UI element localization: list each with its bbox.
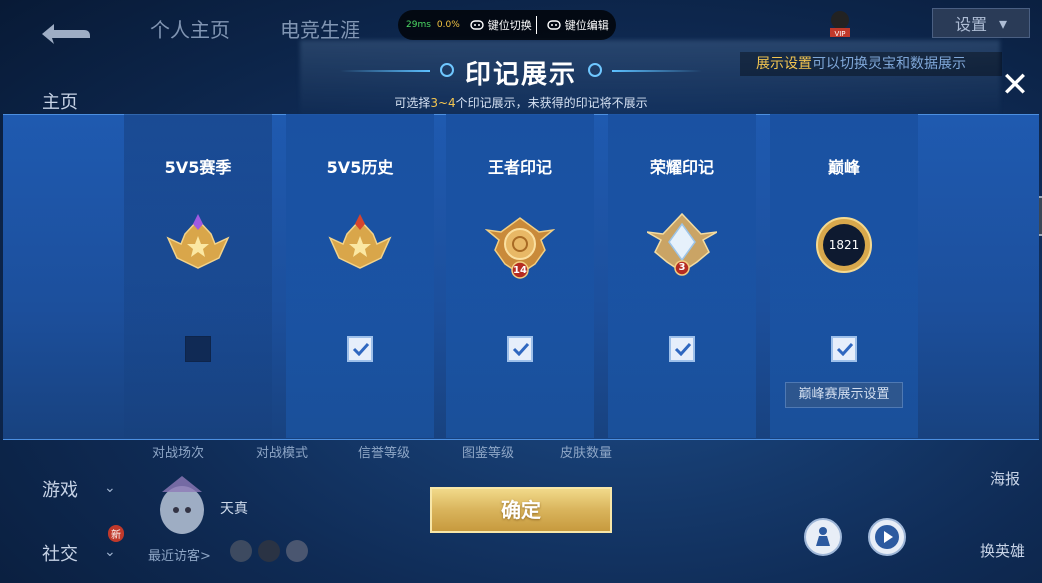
keymap-edit-label: 键位编辑 <box>564 19 609 32</box>
left-nav-item-social[interactable]: 社交 <box>42 540 78 566</box>
stat-label: 皮肤数量 <box>560 446 613 461</box>
change-hero-button[interactable]: 换英雄 <box>980 540 1025 561</box>
checkmark-icon <box>352 342 370 356</box>
subtitle-suffix: 个印记展示，未获得的印记将不展示 <box>455 96 648 110</box>
character-action-button[interactable] <box>804 518 842 556</box>
tab-personal-home[interactable]: 个人主页 <box>150 14 230 43</box>
card-checkbox[interactable] <box>185 336 211 362</box>
confirm-button[interactable]: 确定 <box>430 487 612 533</box>
card-title: 王者印记 <box>487 158 552 177</box>
peak-badge: 1821 <box>809 210 879 280</box>
player-nickname: 天真 <box>220 501 248 517</box>
play-icon <box>875 525 899 549</box>
keymap-switch-label: 键位切换 <box>487 19 532 32</box>
close-icon: ✕ <box>1000 65 1030 105</box>
keymap-switch-button[interactable]: 键位切换 <box>470 17 532 33</box>
peak-score: 1821 <box>828 238 860 252</box>
back-button[interactable] <box>30 14 100 48</box>
avatar[interactable] <box>230 540 252 562</box>
card-title: 5V5历史 <box>326 158 394 177</box>
mark-card-king[interactable]: 王者印记 14 <box>446 114 594 438</box>
back-arrow-icon <box>42 24 90 44</box>
stat-label: 对战场次 <box>152 446 205 461</box>
card-checkbox[interactable] <box>669 336 695 362</box>
toolbar-divider <box>535 16 537 34</box>
chevron-down-icon: ▾ <box>998 13 1008 33</box>
left-nav-item-game[interactable]: 游戏 <box>42 476 78 502</box>
svg-text:VIP: VIP <box>834 30 845 38</box>
gamepad-icon <box>547 20 561 30</box>
dialog-subtitle: 可选择3~4个印记展示，未获得的印记将不展示 <box>0 94 1042 111</box>
character-avatar <box>160 476 204 534</box>
checkmark-icon <box>674 342 692 356</box>
ping-readout: 29ms <box>406 20 431 30</box>
avatar[interactable] <box>258 540 280 562</box>
peak-display-settings-button[interactable]: 巅峰赛展示设置 <box>785 382 903 408</box>
poster-button[interactable]: 海报 <box>990 468 1020 489</box>
mark-card-history[interactable]: 5V5历史 <box>286 114 434 438</box>
checkmark-icon <box>836 342 854 356</box>
stat-label: 信誉等级 <box>358 446 411 461</box>
card-checkbox[interactable] <box>347 336 373 362</box>
card-title: 5V5赛季 <box>164 158 232 177</box>
gamepad-icon <box>470 20 484 30</box>
card-checkbox[interactable] <box>831 336 857 362</box>
visitor-avatars <box>230 540 308 562</box>
subtitle-range: 3~4 <box>430 96 456 110</box>
recent-visitors-link[interactable]: 最近访客> <box>148 545 211 564</box>
card-title: 巅峰 <box>827 158 860 177</box>
tab-esports-career[interactable]: 电竞生涯 <box>280 14 360 43</box>
stat-label: 对战模式 <box>256 446 309 461</box>
close-button[interactable]: ✕ <box>998 68 1032 102</box>
packet-loss-readout: 0.0% <box>436 20 460 30</box>
mark-card-season[interactable]: 5V5赛季 <box>124 114 272 438</box>
stat-label: 图鉴等级 <box>462 446 515 461</box>
mark-card-glory[interactable]: 荣耀印记 3 <box>608 114 756 438</box>
keymap-toolbar: 29ms 0.0% 键位切换 键位编辑 <box>398 10 616 40</box>
person-icon <box>816 527 830 546</box>
checkmark-icon <box>512 342 530 356</box>
chevron-down-icon: ⌄ <box>104 544 116 560</box>
new-badge: 新 <box>108 525 124 542</box>
settings-label: 设置 <box>954 15 987 34</box>
play-button[interactable] <box>868 518 906 556</box>
keymap-edit-button[interactable]: 键位编辑 <box>547 17 609 33</box>
subtitle-prefix: 可选择 <box>394 96 431 110</box>
vip-avatar-icon[interactable]: VIP <box>828 10 852 38</box>
card-checkbox[interactable] <box>507 336 533 362</box>
history-badge-icon <box>328 214 392 269</box>
king-level: 14 <box>513 265 527 276</box>
settings-button[interactable]: 设置 ▾ <box>932 8 1030 38</box>
avatar[interactable] <box>286 540 308 562</box>
card-title: 荣耀印记 <box>649 158 714 177</box>
mark-card-peak[interactable]: 巅峰 1821 巅峰赛展示设置 <box>770 114 918 438</box>
season-badge-icon <box>166 214 230 269</box>
glory-level: 3 <box>678 262 686 273</box>
dialog-title: 印记展示 <box>464 60 577 90</box>
chevron-down-icon: ⌄ <box>104 480 116 496</box>
